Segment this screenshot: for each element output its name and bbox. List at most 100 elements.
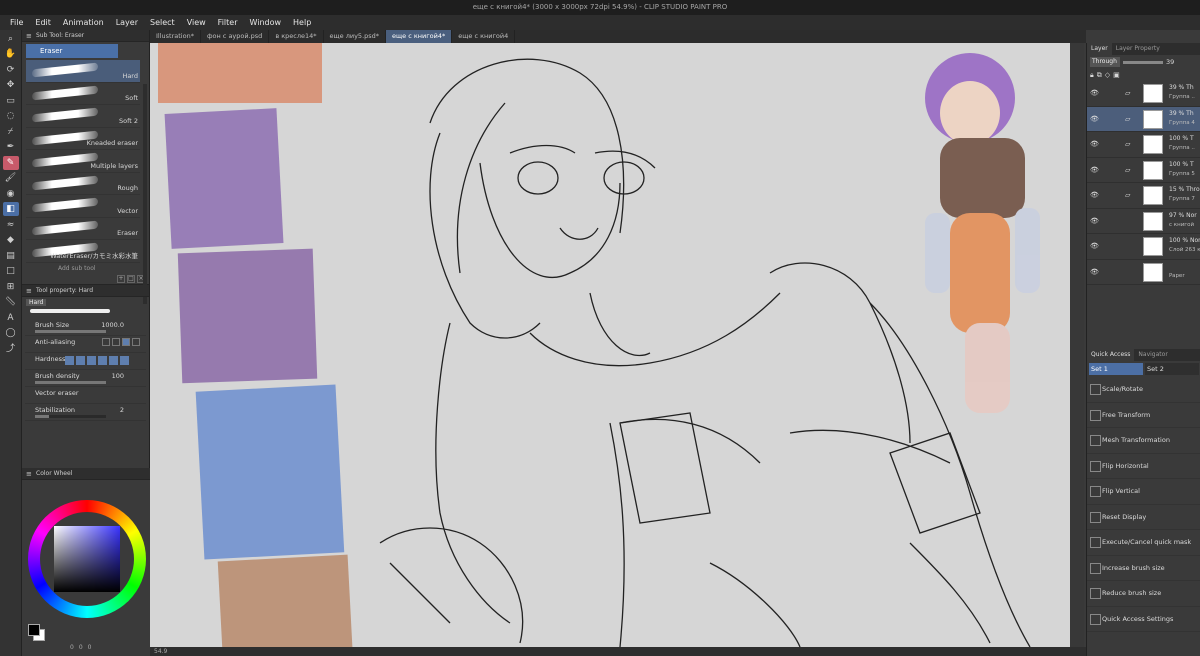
menu-edit[interactable]: Edit [35,18,51,27]
stabilization-row[interactable]: Stabilization 2 [25,404,146,421]
brush-size-value[interactable]: 1000.0 [101,321,124,329]
brush-item[interactable]: Soft 2 [26,105,140,128]
blend-icon[interactable]: ≈ [3,218,19,232]
layer-row[interactable]: 👁︎ 100 % Normal Слой 263 копия [1087,234,1200,260]
quick-access-item[interactable]: Quick Access Settings [1087,607,1200,632]
drawing-canvas[interactable] [150,43,1070,647]
antialias-row[interactable]: Anti-aliasing [25,336,146,353]
stabilization-value[interactable]: 2 [120,406,124,414]
brush-item[interactable]: Multiple layers [26,150,140,173]
brush-item[interactable]: WaterEraser/カモミ水彩水筆 [26,240,140,263]
add-subtool-button[interactable]: Add sub tool [22,263,149,275]
zoom-icon[interactable]: ⌕ [3,32,19,46]
fill-icon[interactable]: ◆ [3,233,19,247]
menu-file[interactable]: File [10,18,23,27]
set-1-tab[interactable]: Set 1 [1089,363,1143,375]
subtool-group-tab[interactable]: Eraser [26,44,118,58]
opacity-slider[interactable] [1123,60,1163,64]
eyedropper-icon[interactable]: ⌿ [3,125,19,139]
eye-icon[interactable]: 👁︎ [1090,166,1099,174]
quick-access-item[interactable]: Mesh Transformation [1087,428,1200,454]
quick-access-item[interactable]: Execute/Cancel quick mask [1087,530,1200,556]
lock-icon[interactable]: 🔒︎ [1090,71,1094,80]
correct-line-icon[interactable]: ⤴ [3,342,19,356]
hardness-cells[interactable] [65,355,129,365]
quick-access-item[interactable]: Scale/Rotate [1087,377,1200,403]
saturation-value-square[interactable] [54,526,120,592]
quick-access-item[interactable]: Free Transform [1087,403,1200,428]
menu-window[interactable]: Window [249,18,281,27]
hand-icon[interactable]: ✋ [3,47,19,61]
tab-quick-access[interactable]: Quick Access [1087,349,1135,361]
menu-help[interactable]: Help [293,18,311,27]
blend-mode-select[interactable]: Through [1090,57,1120,67]
layer-row[interactable]: 👁︎ Paper [1087,260,1200,285]
hue-ring[interactable] [28,500,146,618]
brush-item[interactable]: Soft [26,83,140,105]
brush-icon[interactable]: 🖌︎ [3,171,19,185]
pencil-icon[interactable]: ✎ [2,155,19,170]
eye-icon[interactable]: 👁︎ [1090,268,1099,276]
menu-view[interactable]: View [187,18,206,27]
text-icon[interactable]: A [3,311,19,325]
brush-item[interactable]: Rough [26,173,140,195]
brush-item[interactable]: Hard [26,60,140,83]
menu-animation[interactable]: Animation [63,18,104,27]
copy-subtool-icon[interactable]: □ [127,274,135,283]
quick-access-item[interactable]: Reduce brush size [1087,581,1200,607]
menu-filter[interactable]: Filter [218,18,238,27]
zoom-readout[interactable]: 54.9 [154,648,167,655]
tab-navigator[interactable]: Navigator [1134,349,1171,361]
tab-layer-property[interactable]: Layer Property [1112,43,1164,55]
eraser-icon[interactable]: ◧ [2,202,19,216]
brush-item[interactable]: Eraser [26,218,140,240]
document-tab[interactable]: еще с книгой4 [452,30,516,43]
quick-access-item[interactable]: Increase brush size [1087,556,1200,581]
eye-icon[interactable]: 👁︎ [1090,140,1099,148]
layer-row[interactable]: 👁︎ ▱ 39 % Th Группа 4 [1087,106,1200,132]
brush-density-value[interactable]: 100 [112,372,124,380]
main-color-swatch[interactable] [28,624,40,636]
clip-icon[interactable]: ⧉ [1097,71,1102,80]
gradient-icon[interactable]: ▤ [3,249,19,263]
reference-icon[interactable]: ◇ [1105,71,1110,79]
brush-size-row[interactable]: Brush Size 1000.0 [25,319,146,336]
brush-item[interactable]: Kneaded eraser [26,128,140,150]
layer-row[interactable]: 👁︎ 97 % Nor с книгой [1087,209,1200,234]
frame-icon[interactable]: ⊞ [3,280,19,294]
move-icon[interactable]: ✥ [3,78,19,92]
lasso-icon[interactable]: ◌ [3,109,19,123]
brush-density-slider[interactable] [35,380,106,384]
layer-row[interactable]: 👁︎ ▱ 100 % T Группа 5 [1087,158,1200,183]
panel-menu-icon[interactable]: ≡ [26,285,32,297]
layer-row[interactable]: 👁︎ ▱ 100 % T Группа .. [1087,132,1200,158]
tab-layer[interactable]: Layer [1087,43,1112,55]
eye-icon[interactable]: 👁︎ [1090,191,1099,199]
brush-item[interactable]: Vector [26,195,140,218]
balloon-icon[interactable]: ◯ [3,326,19,340]
eye-icon[interactable]: 👁︎ [1090,89,1099,97]
select-icon[interactable]: ▭ [3,94,19,108]
hardness-row[interactable]: Hardness [25,353,146,370]
set-2-tab[interactable]: Set 2 [1145,363,1199,375]
document-tab[interactable]: в кресле14* [269,30,324,43]
antialias-options[interactable] [102,337,140,346]
new-subtool-icon[interactable]: + [117,274,125,283]
quick-access-item[interactable]: Flip Vertical [1087,479,1200,505]
eye-icon[interactable]: 👁︎ [1090,217,1099,225]
ruler-icon[interactable]: 📏︎ [3,295,19,309]
layer-row[interactable]: 👁︎ ▱ 39 % Th Группа .. [1087,81,1200,107]
eye-icon[interactable]: 👁︎ [1090,242,1099,250]
figure-icon[interactable]: □ [3,264,19,278]
airbrush-icon[interactable]: ◉ [3,187,19,201]
mask-icon[interactable]: ▣ [1113,71,1120,79]
document-tab[interactable]: Illustration* [150,30,201,43]
brush-list-scrollbar[interactable] [143,84,147,304]
pen-icon[interactable]: ✒ [3,140,19,154]
brush-density-row[interactable]: Brush density 100 [25,370,146,387]
opacity-value[interactable]: 39 [1166,58,1174,66]
eye-icon[interactable]: 👁︎ [1090,115,1099,123]
vector-eraser-row[interactable]: Vector eraser [25,387,146,404]
menu-layer[interactable]: Layer [116,18,138,27]
quick-access-item[interactable]: Flip Horizontal [1087,454,1200,479]
